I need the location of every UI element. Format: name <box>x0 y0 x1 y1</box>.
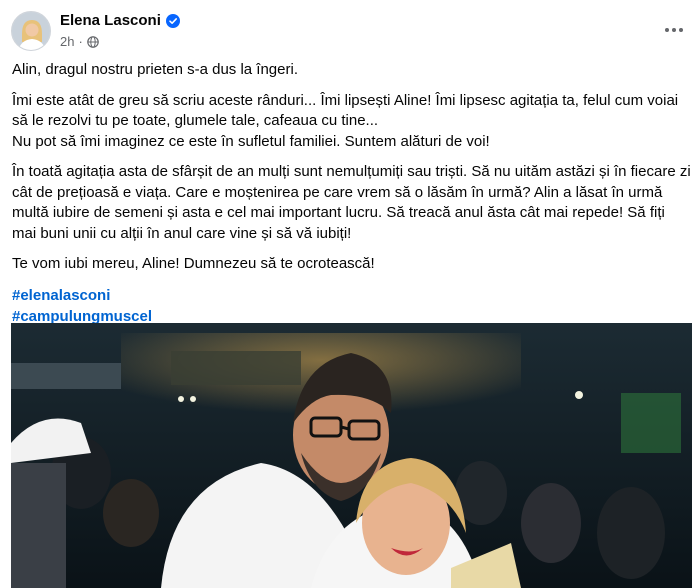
post-paragraph: Îmi este atât de greu să scriu aceste râ… <box>12 91 679 150</box>
post-paragraph: Alin, dragul nostru prieten s-a dus la î… <box>12 61 298 78</box>
post-paragraph: Te vom iubi mereu, Aline! Dumnezeu să te… <box>12 255 375 272</box>
verified-badge-icon <box>165 14 180 28</box>
globe-icon[interactable] <box>87 35 99 48</box>
author-name[interactable]: Elena Lasconi <box>60 12 161 30</box>
photo-image <box>11 323 692 588</box>
post-message: Alin, dragul nostru prieten s-a dus la î… <box>12 60 692 327</box>
meta-separator: · <box>78 34 83 49</box>
facebook-post: Elena Lasconi 2h · Alin, dragul nostru p… <box>0 0 700 588</box>
author-name-row: Elena Lasconi <box>60 12 180 30</box>
hashtag-list: #elenalasconi #campulungmuscel <box>12 285 692 327</box>
post-timestamp[interactable]: 2h <box>60 34 74 49</box>
avatar-image <box>12 12 50 50</box>
more-options-icon <box>665 28 683 32</box>
post-photo[interactable] <box>11 323 692 588</box>
post-paragraph: În toată agitația asta de sfârșit de an … <box>12 163 691 242</box>
author-avatar[interactable] <box>11 11 51 51</box>
post-meta: 2h · <box>60 34 99 49</box>
more-options-button[interactable] <box>658 18 690 42</box>
post-header: Elena Lasconi 2h · <box>0 0 700 58</box>
hashtag-link[interactable]: #elenalasconi <box>12 285 692 306</box>
